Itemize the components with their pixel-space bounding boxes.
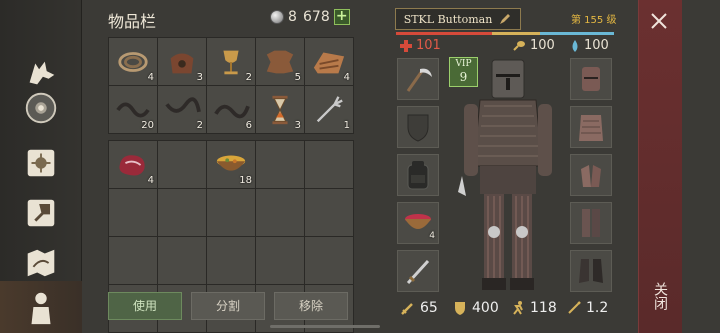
hunger-stat: 100 bbox=[512, 38, 555, 53]
running-icon bbox=[513, 301, 523, 315]
health-cross-icon bbox=[400, 39, 412, 52]
bag-slot bbox=[256, 141, 304, 188]
bag-slot bbox=[305, 237, 353, 284]
leg-armor-icon bbox=[582, 209, 600, 237]
close-label[interactable]: 关闭 bbox=[650, 282, 670, 310]
raw-meat-icon bbox=[119, 154, 145, 176]
bag-slot bbox=[305, 141, 353, 188]
chest-slot[interactable] bbox=[570, 106, 612, 148]
bag-icon bbox=[170, 53, 194, 73]
inventory-title: 物品栏 bbox=[108, 12, 157, 31]
thirst-stat: 100 bbox=[570, 38, 609, 53]
character-level: 第 155 级 bbox=[571, 15, 617, 26]
use-button[interactable]: 使用 bbox=[108, 292, 182, 320]
legs-slot[interactable] bbox=[570, 202, 612, 244]
inventory-slot[interactable]: 4 bbox=[109, 38, 157, 85]
goblet-icon bbox=[223, 50, 239, 74]
bag-slot bbox=[158, 141, 206, 188]
compass-icon[interactable] bbox=[20, 87, 62, 129]
crafting-hammer-icon[interactable] bbox=[20, 192, 62, 234]
bag-slot bbox=[256, 237, 304, 284]
shield-icon bbox=[407, 114, 429, 142]
bag-slot bbox=[158, 237, 206, 284]
sword-icon bbox=[406, 259, 430, 285]
bag-slot[interactable]: 4 bbox=[109, 141, 157, 188]
silver-coin-icon bbox=[270, 10, 284, 24]
inventory-slot[interactable]: 6 bbox=[207, 86, 255, 133]
silver-amount: 8 bbox=[288, 9, 297, 25]
armor-stat: 400 bbox=[452, 300, 499, 316]
gloves-slot[interactable] bbox=[570, 154, 612, 196]
shield-slot[interactable] bbox=[397, 106, 439, 148]
bag-slot bbox=[109, 237, 157, 284]
thirst-bar bbox=[540, 32, 614, 35]
knight-character-model bbox=[458, 59, 552, 290]
bag-slot bbox=[305, 189, 353, 236]
bag-slot bbox=[158, 189, 206, 236]
boots-slot[interactable] bbox=[570, 250, 612, 292]
secondary-weapon-slot[interactable] bbox=[397, 250, 439, 292]
backpack-icon bbox=[407, 161, 429, 190]
food-drumstick-icon bbox=[513, 40, 525, 51]
inventory-slot[interactable]: 2 bbox=[158, 86, 206, 133]
fur-pile-icon bbox=[313, 52, 345, 73]
speed-stat: 118 bbox=[510, 300, 557, 316]
health-stat: 101 bbox=[400, 38, 441, 53]
inventory-slot[interactable]: 3 bbox=[256, 86, 304, 133]
bag-slot bbox=[207, 189, 255, 236]
skills-scroll-icon[interactable] bbox=[20, 142, 62, 184]
chest-armor-icon bbox=[579, 115, 603, 141]
damage-stat: 65 bbox=[400, 300, 438, 316]
dagger-icon bbox=[568, 301, 581, 314]
health-bar bbox=[396, 32, 492, 35]
inventory-grid: 4 3 2 5 4 20 2 6 3 1 bbox=[108, 37, 354, 134]
chain-icon bbox=[165, 96, 201, 113]
screen-edge bbox=[682, 0, 720, 333]
fork-icon bbox=[316, 95, 343, 122]
inventory-slot[interactable]: 20 bbox=[109, 86, 157, 133]
split-button[interactable]: 分割 bbox=[191, 292, 265, 320]
water-drop-icon bbox=[572, 39, 578, 52]
hourglass-icon bbox=[272, 95, 288, 124]
hunger-bar bbox=[492, 32, 540, 35]
character-icon[interactable] bbox=[0, 281, 82, 333]
scythe-icon bbox=[406, 68, 432, 92]
food-slot[interactable]: 4 bbox=[397, 202, 439, 244]
map-icon[interactable] bbox=[20, 242, 62, 284]
edit-pen-icon[interactable] bbox=[498, 12, 512, 26]
silver-currency: 8 bbox=[270, 9, 297, 25]
side-nav-rail bbox=[0, 0, 82, 333]
scroll-indicator bbox=[270, 325, 380, 328]
weight-stat: 1.2 bbox=[566, 300, 608, 316]
helmet-slot[interactable] bbox=[570, 58, 612, 100]
gloves-icon bbox=[581, 165, 601, 187]
inventory-slot[interactable]: 3 bbox=[158, 38, 206, 85]
inventory-slot[interactable]: 4 bbox=[305, 38, 353, 85]
gold-amount: 678 bbox=[303, 9, 330, 25]
bag-slot bbox=[109, 189, 157, 236]
inventory-slot[interactable]: 1 bbox=[305, 86, 353, 133]
remove-button[interactable]: 移除 bbox=[274, 292, 348, 320]
close-icon[interactable] bbox=[648, 10, 670, 32]
bag-slot bbox=[256, 189, 304, 236]
rope-icon bbox=[118, 51, 148, 72]
add-currency-button[interactable]: + bbox=[333, 9, 350, 25]
sword-icon bbox=[401, 303, 413, 315]
boots-icon bbox=[579, 259, 603, 283]
character-name-plate[interactable]: STKL Buttoman bbox=[395, 8, 521, 30]
bag-slot bbox=[207, 237, 255, 284]
inventory-slot[interactable]: 2 bbox=[207, 38, 255, 85]
character-name: STKL Buttoman bbox=[403, 12, 493, 26]
hide-icon bbox=[266, 50, 294, 73]
helmet-icon bbox=[582, 67, 600, 91]
armor-shield-icon bbox=[455, 302, 465, 315]
chain-icon bbox=[214, 104, 250, 118]
inventory-slot[interactable]: 5 bbox=[256, 38, 304, 85]
weapon-slot[interactable] bbox=[397, 58, 439, 100]
gold-currency: 678 + bbox=[303, 9, 350, 25]
backpack-slot[interactable] bbox=[397, 154, 439, 196]
bag-slot[interactable]: 18 bbox=[207, 141, 255, 188]
